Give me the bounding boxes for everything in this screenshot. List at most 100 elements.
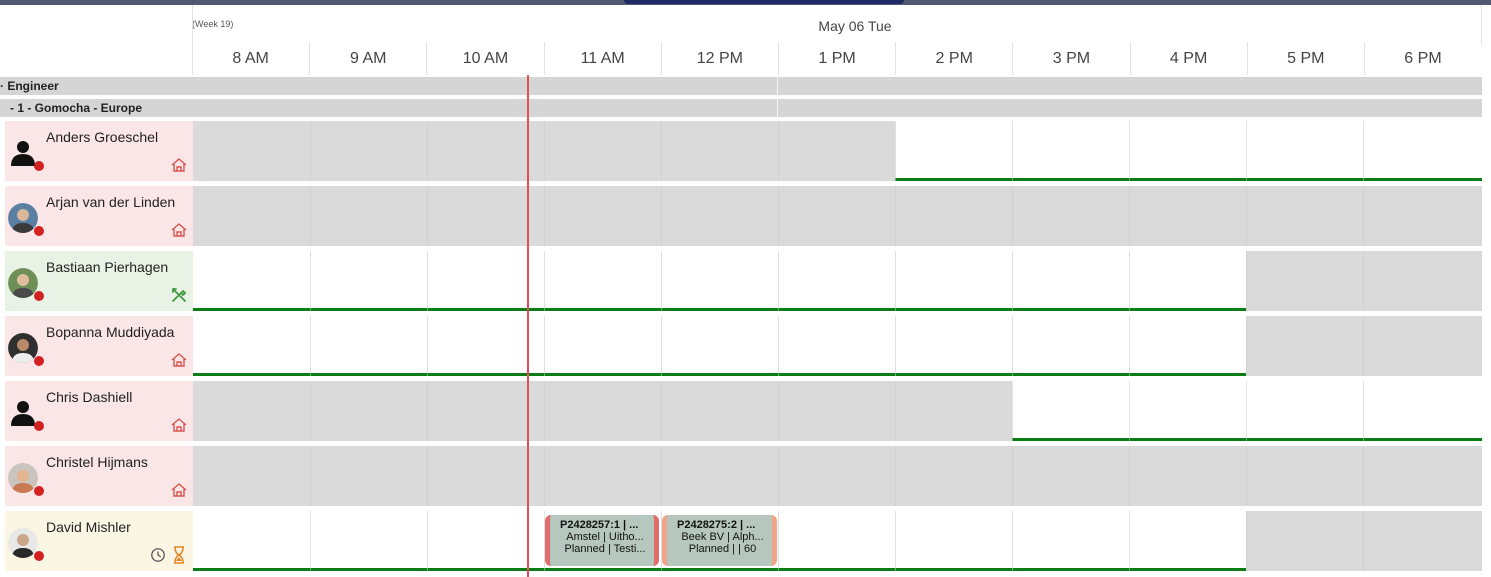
- hour-label: 8 AM: [232, 50, 269, 67]
- grid-line: [1363, 251, 1364, 311]
- resource-cell[interactable]: Bastiaan Pierhagen: [5, 251, 193, 311]
- timeline-lane[interactable]: [193, 381, 1482, 441]
- hour-label: 2 PM: [895, 42, 1012, 75]
- grid-line: [1363, 511, 1364, 571]
- group-header-region[interactable]: - 1 - Gomocha - Europe: [0, 99, 1482, 117]
- hour-scale: 8 AM 9 AM 10 AM 11 AM 12 PM 1 PM 2 PM 3 …: [192, 42, 1481, 75]
- available-block: [193, 316, 1246, 376]
- resource-name: Bastiaan Pierhagen: [46, 259, 169, 275]
- grid-line: [1246, 251, 1247, 311]
- grid-line: [778, 446, 779, 506]
- timeline-lane[interactable]: P2428257:1 | ... Amstel | Uitho... Plann…: [193, 511, 1482, 571]
- resource-cell[interactable]: David Mishler: [5, 511, 193, 571]
- header-divider-right: [1481, 5, 1482, 45]
- grid-line: [427, 446, 428, 506]
- grid-line: [310, 251, 311, 311]
- group-divider: [777, 99, 778, 117]
- status-dot: [34, 486, 44, 496]
- job-title: P2428275:2 | ...: [677, 519, 756, 531]
- available-block: [895, 121, 1482, 181]
- job-status: Planned | | 60: [688, 543, 757, 555]
- grid-line: [1363, 381, 1364, 441]
- hour-label: 5 PM: [1246, 42, 1364, 75]
- timeline-lane[interactable]: [193, 121, 1482, 181]
- grid-line: [544, 446, 545, 506]
- grid-line: [1246, 121, 1247, 181]
- grid-line: [1129, 251, 1130, 311]
- unavailable-block: [1246, 251, 1482, 311]
- resource-name: Arjan van der Linden: [46, 194, 176, 210]
- group-label: · Engineer: [0, 79, 59, 93]
- grid-line: [661, 121, 662, 181]
- grid-line: [1363, 186, 1364, 246]
- grid-line: [544, 121, 545, 181]
- grid-line: [661, 381, 662, 441]
- grid-line: [427, 316, 428, 376]
- grid-line: [1363, 121, 1364, 181]
- hour-label: 4 PM: [1129, 42, 1247, 75]
- date-label[interactable]: May 06 Tue: [760, 18, 950, 34]
- resource-row: Christel Hijmans: [0, 446, 1482, 506]
- grid-line: [1129, 381, 1130, 441]
- grid-line: [895, 511, 896, 571]
- grid-line: [1129, 446, 1130, 506]
- grid-line: [310, 316, 311, 376]
- current-time-indicator: [527, 75, 529, 577]
- grid-line: [544, 251, 545, 311]
- grid-line: [310, 186, 311, 246]
- timeline-lane[interactable]: [193, 186, 1482, 246]
- grid-line: [427, 251, 428, 311]
- job-title: P2428257:1 | ...: [560, 519, 639, 531]
- status-dot: [34, 421, 44, 431]
- grid-line: [1012, 186, 1013, 246]
- timeline-lane[interactable]: [193, 251, 1482, 311]
- resource-cell[interactable]: Bopanna Muddiyada: [5, 316, 193, 376]
- resource-cell[interactable]: Anders Groeschel: [5, 121, 193, 181]
- grid-line: [778, 511, 779, 571]
- hour-label: 12 PM: [660, 42, 778, 75]
- hourglass-icon: [174, 546, 184, 564]
- status-dot: [34, 161, 44, 171]
- grid-line: [1129, 511, 1130, 571]
- grid-line: [661, 316, 662, 376]
- grid-line: [1012, 316, 1013, 376]
- resource-cell[interactable]: Christel Hijmans: [5, 446, 193, 506]
- hour-label: 9 AM: [309, 42, 426, 75]
- grid-line: [1012, 511, 1013, 571]
- grid-line: [310, 121, 311, 181]
- grid-line: [895, 121, 896, 181]
- resource-row: Arjan van der Linden: [0, 186, 1482, 246]
- grid-line: [661, 446, 662, 506]
- grid-line: [1129, 186, 1130, 246]
- grid-line: [778, 121, 779, 181]
- grid-line: [1129, 316, 1130, 376]
- job-card[interactable]: P2428275:2 | ... Beek BV | Alph... Plann…: [662, 515, 777, 566]
- grid-line: [661, 186, 662, 246]
- resource-cell[interactable]: Arjan van der Linden: [5, 186, 193, 246]
- grid-line: [895, 186, 896, 246]
- status-dot: [34, 356, 44, 366]
- resource-row: Chris Dashiell: [0, 381, 1482, 441]
- grid-line: [778, 186, 779, 246]
- timeline-lane[interactable]: [193, 316, 1482, 376]
- unavailable-block: [1246, 511, 1482, 571]
- hour-label: 3 PM: [1012, 42, 1129, 75]
- grid-line: [1129, 121, 1130, 181]
- available-block: [193, 251, 1246, 311]
- resource-name: Christel Hijmans: [46, 454, 148, 470]
- job-card[interactable]: P2428257:1 | ... Amstel | Uitho... Plann…: [545, 515, 659, 566]
- grid-line: [895, 381, 896, 441]
- status-dot: [34, 551, 44, 561]
- resource-row: Bopanna Muddiyada: [0, 316, 1482, 376]
- resource-cell[interactable]: Chris Dashiell: [5, 381, 193, 441]
- job-customer: Beek BV | Alph...: [681, 531, 764, 543]
- grid-line: [895, 446, 896, 506]
- timeline-lane[interactable]: [193, 446, 1482, 506]
- group-header-engineer[interactable]: · Engineer: [0, 77, 1482, 95]
- grid-line: [895, 316, 896, 376]
- resource-name: David Mishler: [46, 519, 131, 535]
- available-block: [1012, 381, 1482, 441]
- unavailable-block: [193, 446, 1482, 506]
- resource-row: Bastiaan Pierhagen: [0, 251, 1482, 311]
- resource-row: David Mishler P2428257:1 | ... Amstel | …: [0, 511, 1482, 571]
